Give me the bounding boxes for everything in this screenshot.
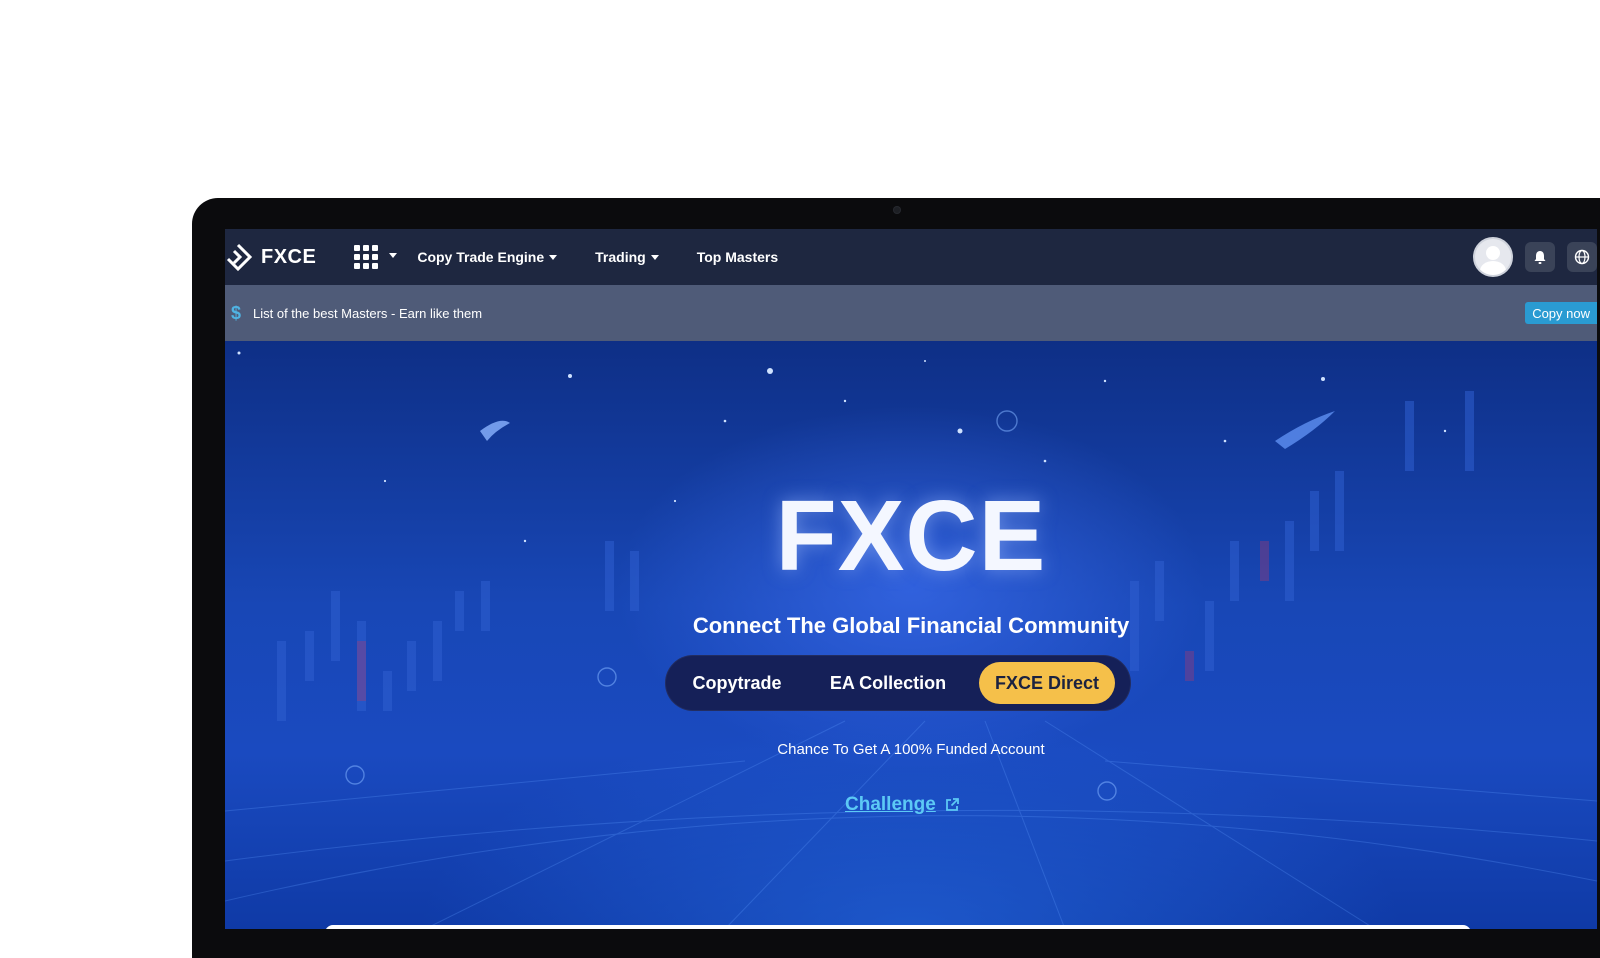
- chevron-down-icon: [650, 254, 659, 260]
- nav-item-label: Top Masters: [696, 249, 779, 265]
- apps-grid-icon: [354, 245, 379, 269]
- hero-tagline: Chance To Get A 100% Funded Account: [777, 741, 1045, 758]
- notifications-button[interactable]: [1525, 242, 1555, 272]
- hero-section: FXCE Connect The Global Financial Commun…: [225, 341, 1597, 929]
- nav-item-label: Trading: [595, 249, 646, 265]
- tab-copytrade[interactable]: Copytrade: [673, 662, 801, 704]
- hero-title: FXCE: [775, 480, 1047, 592]
- tab-ea-collection[interactable]: EA Collection: [801, 662, 975, 704]
- content-card-edge: [325, 925, 1471, 929]
- brand-logo[interactable]: FXCE: [225, 229, 316, 285]
- user-avatar-icon[interactable]: [1473, 237, 1513, 277]
- brand-name: FXCE: [261, 245, 317, 268]
- fxce-logo-icon: [226, 243, 253, 272]
- external-link-icon: [945, 798, 959, 811]
- product-tabs: Copytrade EA Collection FXCE Direct: [665, 655, 1131, 711]
- camera-dot: [893, 206, 901, 214]
- challenge-link[interactable]: Challenge: [845, 794, 960, 816]
- globe-icon: [1574, 249, 1590, 265]
- tab-fxce-direct[interactable]: FXCE Direct: [979, 662, 1115, 704]
- promo-text: List of the best Masters - Earn like the…: [253, 305, 483, 321]
- hero-subtitle: Connect The Global Financial Community: [692, 613, 1130, 638]
- challenge-link-text: Challenge: [845, 794, 936, 815]
- chevron-down-icon: [389, 253, 398, 258]
- nav-actions: [1473, 229, 1597, 285]
- top-navbar: FXCE Copy Trade Engine Trading Top Maste: [225, 229, 1597, 285]
- copy-now-button[interactable]: Copy now: [1525, 302, 1597, 324]
- language-button[interactable]: [1567, 242, 1597, 272]
- promo-banner: $ List of the best Masters - Earn like t…: [225, 285, 1597, 341]
- nav-trading[interactable]: Trading: [595, 249, 659, 265]
- apps-menu-button[interactable]: [354, 245, 398, 269]
- dollar-icon: $: [230, 302, 241, 323]
- nav-copy-trade-engine[interactable]: Copy Trade Engine: [417, 249, 558, 265]
- nav-top-masters[interactable]: Top Masters: [697, 249, 778, 265]
- chevron-down-icon: [549, 254, 558, 260]
- laptop-frame: FXCE Copy Trade Engine Trading Top Maste: [192, 198, 1600, 958]
- browser-screen: FXCE Copy Trade Engine Trading Top Maste: [225, 229, 1597, 929]
- bell-icon: [1534, 250, 1546, 264]
- nav-item-label: Copy Trade Engine: [417, 249, 545, 265]
